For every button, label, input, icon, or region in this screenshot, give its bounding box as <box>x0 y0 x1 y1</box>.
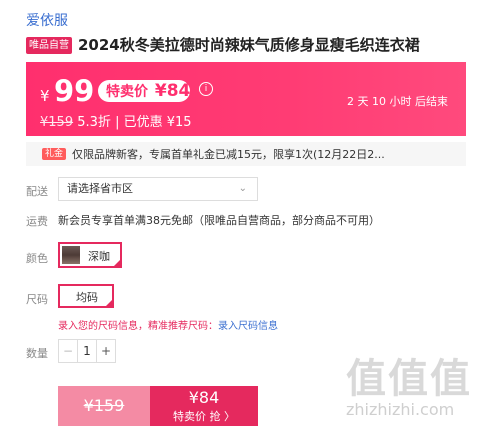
size-hint: 录入您的尺码信息，精准推荐尺码：录入尺码信息 <box>58 317 278 332</box>
price-separator: | <box>115 115 120 130</box>
shipping-text: 新会员专享首单满38元免邮（限唯品自营商品，部分商品不可用） <box>58 214 380 227</box>
delivery-label: 配送 <box>26 185 48 198</box>
sale-price-label: 特卖价 <box>106 84 148 100</box>
selected-corner-icon <box>104 298 114 308</box>
color-option-selected[interactable]: 深咖 <box>58 242 122 268</box>
enter-size-link[interactable]: 录入尺码信息 <box>218 321 278 332</box>
region-placeholder: 请选择省市区 <box>67 182 133 195</box>
original-price-row: ¥159 5.3折 | 已优惠 ¥15 <box>40 111 192 130</box>
color-label: 颜色 <box>26 252 48 265</box>
info-icon[interactable]: i <box>199 82 213 96</box>
product-title: 2024秋冬美拉德时尚辣妹气质修身显瘦毛织连衣裙 <box>78 36 420 54</box>
size-option-label: 均码 <box>76 291 98 304</box>
coupon-bar[interactable]: 礼金 仅限品牌新客，专属首单礼金已减15元，限享1次(12月22日2... <box>26 142 466 166</box>
original-price-button[interactable]: ¥159 <box>58 386 150 426</box>
size-hint-text: 录入您的尺码信息，精准推荐尺码： <box>58 321 218 332</box>
sale-price-pill: 特卖价 ¥84 <box>98 80 190 102</box>
current-price: 99 <box>54 74 95 108</box>
coupon-text: 仅限品牌新客，专属首单礼金已减15元，限享1次(12月22日2... <box>72 148 385 161</box>
currency-symbol: ¥ <box>40 87 50 105</box>
size-label: 尺码 <box>26 293 48 306</box>
decrease-quantity-button[interactable]: − <box>59 340 78 362</box>
watermark-logo: 值值值 <box>346 356 472 402</box>
selected-corner-icon <box>112 258 122 268</box>
quantity-stepper: − 1 + <box>58 339 116 363</box>
watermark-url: zhizhizhi.com <box>346 400 455 419</box>
buy-now-button[interactable]: ¥84 特卖价 抢 〉 <box>150 386 258 426</box>
buy-button-label: 特卖价 抢 〉 <box>173 410 235 423</box>
countdown-timer: 2 天 10 小时 后结束 <box>347 95 448 108</box>
color-swatch-thumbnail <box>62 246 80 264</box>
price-banner: ¥ 99 特卖价 ¥84 i ¥159 5.3折 | 已优惠 ¥15 2 天 1… <box>26 62 466 136</box>
quantity-input[interactable]: 1 <box>77 340 97 362</box>
increase-quantity-button[interactable]: + <box>96 340 115 362</box>
sale-price-amount: ¥84 <box>154 81 191 101</box>
buy-button-price: ¥84 <box>188 388 220 407</box>
brand-name[interactable]: 爱依服 <box>26 10 68 30</box>
coupon-tag: 礼金 <box>42 148 66 160</box>
color-option-label: 深咖 <box>88 250 110 263</box>
chevron-down-icon: ⌄ <box>238 183 247 194</box>
saved-amount: 已优惠 ¥15 <box>123 115 192 130</box>
quantity-label: 数量 <box>26 347 48 360</box>
self-operated-badge: 唯品自营 <box>26 37 72 54</box>
shipping-label: 运费 <box>26 215 48 228</box>
original-price: ¥159 <box>40 115 74 130</box>
discount-rate: 5.3折 <box>77 115 111 130</box>
region-select[interactable]: 请选择省市区 ⌄ <box>58 177 258 201</box>
size-option-selected[interactable]: 均码 <box>58 284 114 308</box>
site-watermark: 值值值 zhizhizhi.com <box>346 346 496 419</box>
